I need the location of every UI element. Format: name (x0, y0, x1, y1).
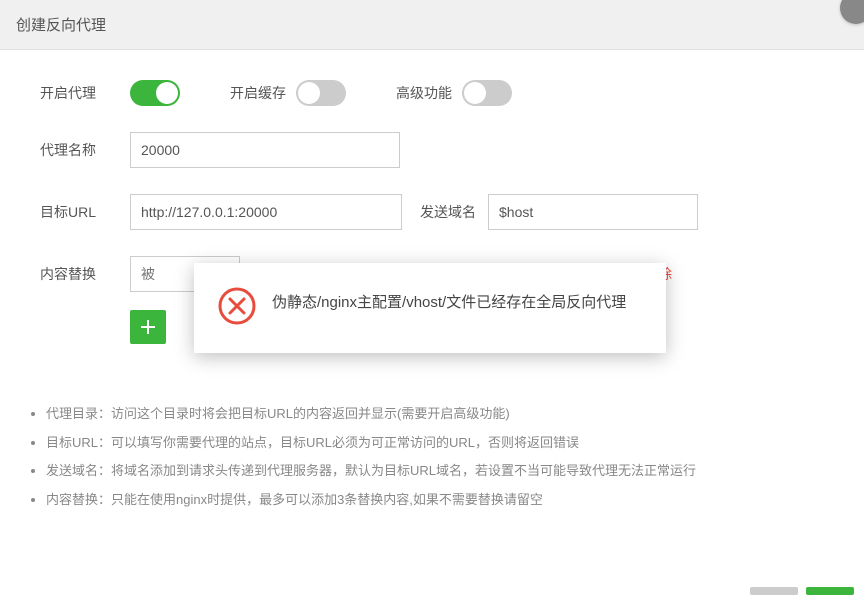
send-domain-label: 发送域名 (420, 202, 476, 222)
send-domain-input[interactable] (488, 194, 698, 230)
modal-title: 创建反向代理 (16, 17, 106, 34)
proxy-name-input[interactable] (130, 132, 400, 168)
popup-message: 伪静态/nginx主配置/vhost/文件已经存在全局反向代理 (272, 287, 626, 318)
toggle-row: 开启代理 开启缓存 高级功能 (40, 80, 824, 106)
close-button[interactable] (840, 0, 864, 24)
url-row: 目标URL 发送域名 (40, 194, 824, 230)
proxy-toggle[interactable] (130, 80, 180, 106)
url-label: 目标URL (40, 202, 130, 222)
error-icon (218, 287, 256, 325)
plus-icon (141, 320, 155, 334)
replace-label: 内容替换 (40, 264, 130, 284)
cancel-button[interactable] (750, 587, 798, 595)
advanced-toggle-label: 高级功能 (396, 83, 452, 103)
target-url-input[interactable] (130, 194, 402, 230)
note-item: 内容替换：只能在使用nginx时提供，最多可以添加3条替换内容,如果不需要替换请… (46, 486, 824, 515)
cache-toggle-label: 开启缓存 (230, 83, 286, 103)
name-row: 代理名称 (40, 132, 824, 168)
notes-section: 代理目录：访问这个目录时将会把目标URL的内容返回并显示(需要开启高级功能) 目… (0, 380, 864, 534)
note-item: 代理目录：访问这个目录时将会把目标URL的内容返回并显示(需要开启高级功能) (46, 400, 824, 429)
name-label: 代理名称 (40, 140, 130, 160)
note-item: 发送域名：将域名添加到请求头传递到代理服务器，默认为目标URL域名，若设置不当可… (46, 457, 824, 486)
error-popup: 伪静态/nginx主配置/vhost/文件已经存在全局反向代理 (194, 263, 666, 353)
proxy-toggle-label: 开启代理 (40, 83, 130, 103)
submit-button[interactable] (806, 587, 854, 595)
modal-header: 创建反向代理 (0, 0, 864, 50)
note-item: 目标URL：可以填写你需要代理的站点，目标URL必须为可正常访问的URL，否则将… (46, 429, 824, 458)
cache-toggle[interactable] (296, 80, 346, 106)
footer-buttons (750, 587, 854, 595)
add-button[interactable] (130, 310, 166, 344)
advanced-toggle[interactable] (462, 80, 512, 106)
modal-container: 创建反向代理 开启代理 开启缓存 高级功能 (0, 0, 864, 595)
